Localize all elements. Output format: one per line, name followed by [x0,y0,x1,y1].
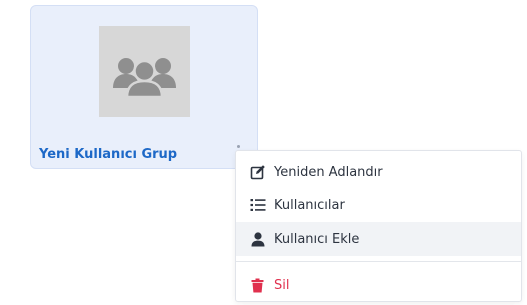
users-group-icon [113,58,176,99]
context-menu: Yeniden Adlandır Kullanıcılar Kullanıcı … [235,150,522,302]
group-title[interactable]: Yeni Kullanıcı Grup [39,147,177,162]
menu-item-label: Kullanıcı Ekle [274,231,360,247]
edit-icon [249,164,266,181]
trash-icon [249,277,266,294]
user-icon [249,231,266,248]
menu-item-add-user[interactable]: Kullanıcı Ekle [236,222,521,256]
menu-item-delete[interactable]: Sil [236,268,521,302]
menu-divider [236,261,521,262]
user-group-card[interactable]: Yeni Kullanıcı Grup [30,5,258,169]
user-groups-area: Yeni Kullanıcı Grup Yeniden Adlandır Kul… [0,0,527,305]
menu-item-users[interactable]: Kullanıcılar [236,188,521,222]
menu-item-label: Kullanıcılar [274,197,345,213]
menu-item-rename[interactable]: Yeniden Adlandır [236,155,521,189]
menu-item-label: Sil [274,277,290,293]
list-icon [249,197,266,214]
menu-item-label: Yeniden Adlandır [274,164,383,180]
kebab-menu-icon[interactable] [237,145,240,148]
group-avatar [99,26,190,117]
